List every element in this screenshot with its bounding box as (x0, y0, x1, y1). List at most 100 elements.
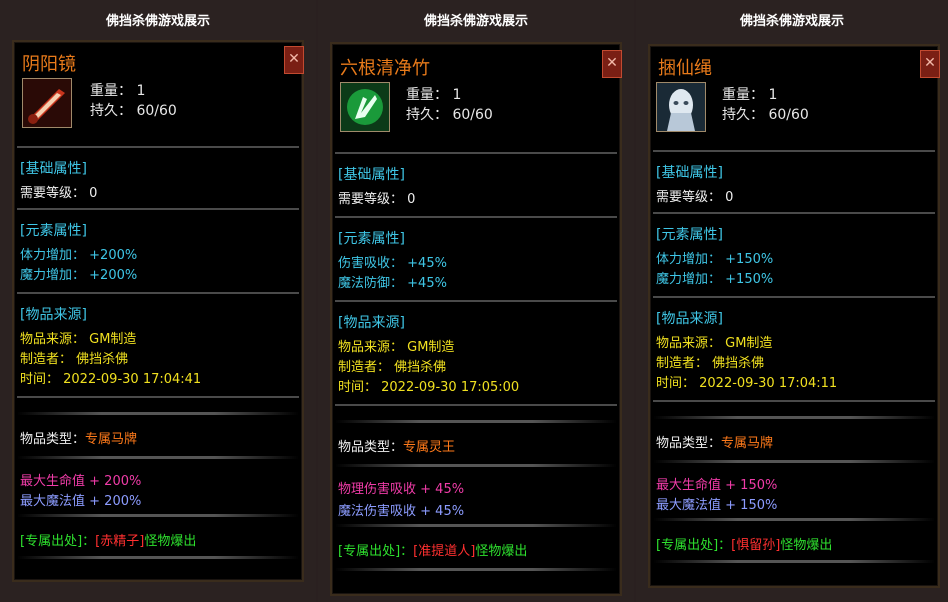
element-2-label: 魔力增加： (656, 272, 722, 287)
element-2-label: 魔力增加： (20, 268, 86, 283)
element-1-value: +200% (89, 248, 138, 263)
weight-label: 重量： (90, 83, 132, 99)
bonus-2-label: 最大魔法值 (20, 494, 86, 509)
element-2-value: +45% (407, 276, 447, 291)
divider (335, 404, 617, 406)
panel-header: 佛挡杀佛游戏展示 (739, 14, 844, 29)
item-tooltip-card: 捆仙绳 ✕ 重量： 1 持久： 60/60 [基础属性] 需要等级： 0 [元素… (648, 44, 940, 588)
divider (653, 400, 935, 402)
item-type-value: 专属马牌 (721, 436, 774, 451)
weight-label: 重量： (722, 87, 764, 103)
bonus-1-label: 最大生命值 (20, 474, 86, 489)
durability-value: 60/60 (768, 107, 809, 123)
maker-text: 制造者： 佛挡杀佛 (20, 352, 129, 367)
bonus-2-value: + 45% (420, 504, 465, 519)
divider (653, 150, 935, 152)
divider (335, 464, 617, 467)
element-1-value: +45% (407, 256, 447, 271)
element-1-label: 体力增加： (656, 252, 722, 267)
time-text: 时间： 2022-09-30 17:04:11 (656, 376, 838, 391)
basic-attr-title: [基础属性] (20, 161, 87, 177)
element-2-value: +150% (725, 272, 774, 287)
divider (17, 514, 299, 517)
basic-attr-title: [基础属性] (338, 167, 405, 183)
source-text: 物品来源： GM制造 (656, 336, 773, 351)
bonus-1-label: 最大生命值 (656, 478, 722, 493)
item-type-value: 专属灵王 (403, 440, 456, 455)
source-title: [物品来源] (20, 307, 87, 323)
drop-prefix: [专属出处]： (338, 544, 414, 559)
divider (17, 456, 299, 459)
source-text: 物品来源： GM制造 (338, 340, 455, 355)
item-name: 六根清净竹 (340, 58, 430, 79)
item-name: 捆仙绳 (658, 58, 712, 79)
source-text: 物品来源： GM制造 (20, 332, 137, 347)
item-type-label: 物品类型： (656, 436, 722, 451)
item-tooltip-card: 六根清净竹 ✕ 重量： 1 持久： 60/60 [基础属性] 需要等级： 0 [… (330, 42, 622, 596)
level-requirement: 需要等级： 0 (656, 190, 734, 205)
weight-value: 1 (452, 87, 462, 103)
divider (17, 396, 299, 398)
item-name: 阴阳镜 (22, 54, 76, 75)
element-attr-title: [元素属性] (656, 227, 723, 243)
durability-label: 持久： (406, 107, 448, 123)
sword-icon (22, 78, 72, 128)
bonus-1-label: 物理伤害吸收 (338, 482, 417, 497)
maker-text: 制造者： 佛挡杀佛 (656, 356, 765, 371)
drop-monster: [惧留孙] (731, 538, 781, 553)
drop-prefix: [专属出处]： (656, 538, 732, 553)
panel-column-2: 佛挡杀佛游戏展示 六根清净竹 ✕ 重量： 1 持久： 60/60 [基础属性] … (318, 0, 634, 602)
divider (335, 152, 617, 154)
close-icon: ✕ (924, 55, 936, 71)
weight-value: 1 (136, 83, 146, 99)
durability-value: 60/60 (452, 107, 493, 123)
level-requirement: 需要等级： 0 (338, 192, 416, 207)
divider (653, 296, 935, 298)
item-tooltip-card: 阴阳镜 ✕ 重量： 1 持久： 60/60 [基础属性] 需要等级： 0 [元素… (12, 40, 304, 582)
divider (17, 556, 299, 559)
ghost-face-icon (656, 82, 706, 132)
element-1-value: +150% (725, 252, 774, 267)
element-1-label: 伤害吸收： (338, 256, 404, 271)
divider (335, 568, 617, 571)
drop-suffix: 怪物爆出 (475, 544, 528, 559)
panel-column-3: 佛挡杀佛游戏展示 捆仙绳 ✕ 重量： 1 持久： 60/60 [基础属性] 需要… (636, 0, 948, 602)
durability-value: 60/60 (136, 103, 177, 119)
divider (17, 412, 299, 415)
durability-label: 持久： (722, 107, 764, 123)
close-button[interactable]: ✕ (920, 50, 940, 78)
time-text: 时间： 2022-09-30 17:05:00 (338, 380, 520, 395)
bonus-2-label: 魔法伤害吸收 (338, 504, 417, 519)
bonus-1-value: + 45% (420, 482, 465, 497)
time-text: 时间： 2022-09-30 17:04:41 (20, 372, 202, 387)
panel-header: 佛挡杀佛游戏展示 (105, 14, 210, 29)
divider (653, 460, 935, 463)
drop-prefix: [专属出处]： (20, 534, 96, 549)
panel-header: 佛挡杀佛游戏展示 (423, 14, 528, 29)
close-icon: ✕ (288, 51, 300, 67)
divider (17, 208, 299, 210)
bonus-1-value: + 150% (725, 478, 778, 493)
weight-label: 重量： (406, 87, 448, 103)
source-title: [物品来源] (656, 311, 723, 327)
element-1-label: 体力增加： (20, 248, 86, 263)
divider (335, 216, 617, 218)
item-type-label: 物品类型： (338, 440, 404, 455)
level-requirement: 需要等级： 0 (20, 186, 98, 201)
bonus-2-label: 最大魔法值 (656, 498, 722, 513)
element-2-value: +200% (89, 268, 138, 283)
drop-monster: [赤精子] (95, 534, 145, 549)
drop-suffix: 怪物爆出 (144, 534, 197, 549)
item-type-value: 专属马牌 (85, 432, 138, 447)
divider (335, 420, 617, 423)
green-hand-icon (340, 82, 390, 132)
drop-monster: [准提道人] (413, 544, 476, 559)
item-type-label: 物品类型： (20, 432, 86, 447)
divider (653, 212, 935, 214)
element-attr-title: [元素属性] (20, 223, 87, 239)
close-button[interactable]: ✕ (284, 46, 304, 74)
bonus-1-value: + 200% (89, 474, 142, 489)
basic-attr-title: [基础属性] (656, 165, 723, 181)
close-button[interactable]: ✕ (602, 50, 622, 78)
drop-suffix: 怪物爆出 (780, 538, 833, 553)
